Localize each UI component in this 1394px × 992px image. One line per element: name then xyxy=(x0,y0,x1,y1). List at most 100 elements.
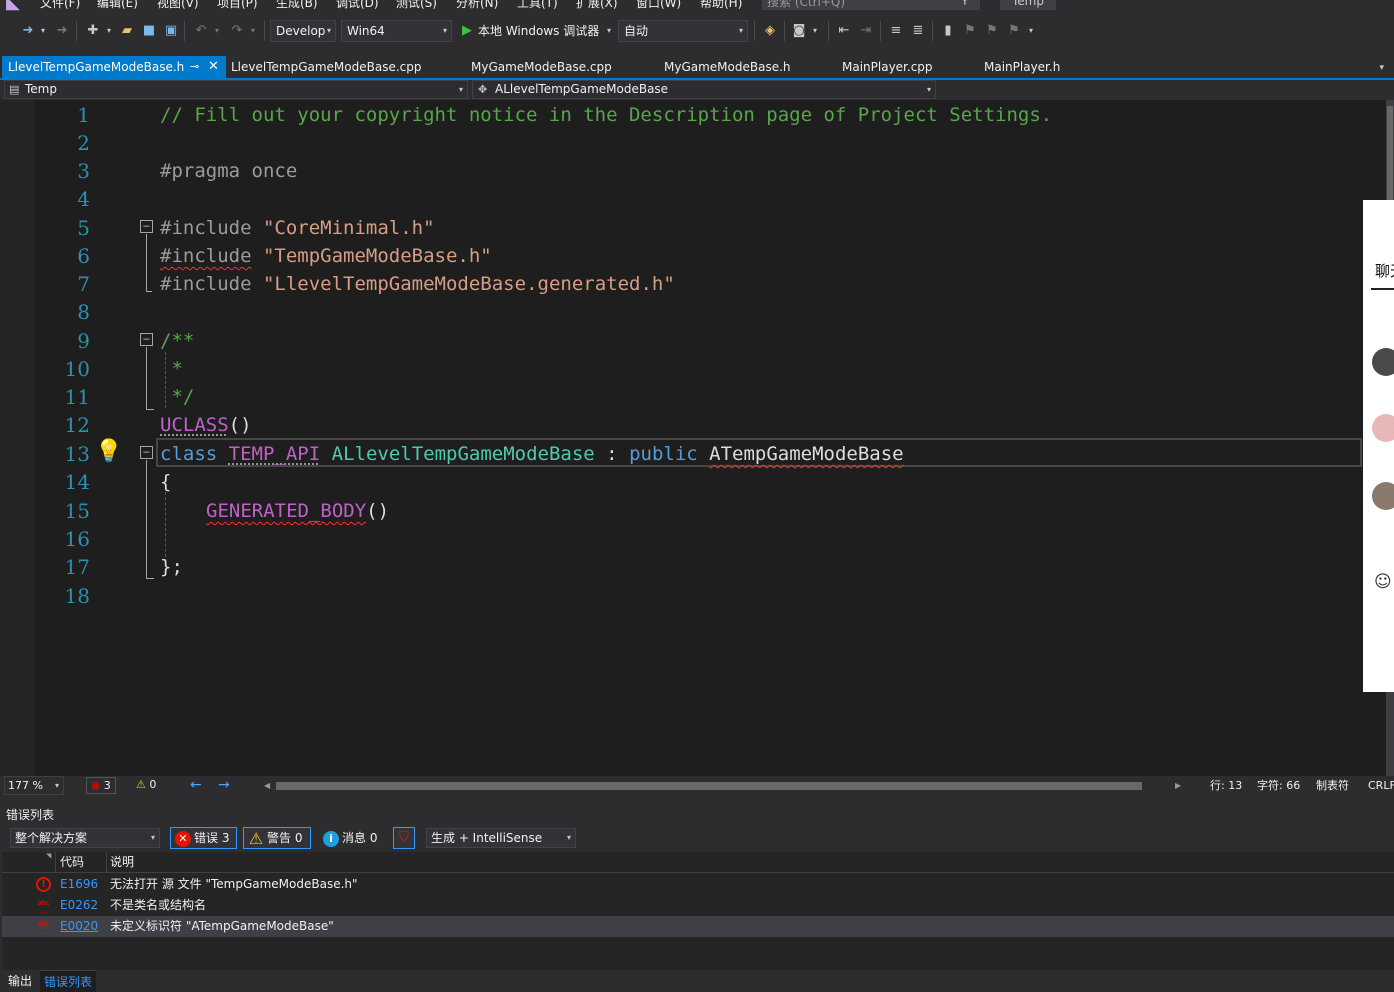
tool-dropdown-icon[interactable]: ▾ xyxy=(810,22,820,40)
menu-help[interactable]: 帮助(H) xyxy=(700,0,742,11)
filter-icon[interactable]: ⛉ xyxy=(393,827,415,849)
menu-extensions[interactable]: 扩展(X) xyxy=(576,0,618,11)
undo-dropdown-icon[interactable]: ▾ xyxy=(212,22,222,40)
search-input[interactable]: 搜索 (Ctrl+Q) xyxy=(762,0,980,10)
open-brace: { xyxy=(160,471,172,493)
scroll-right-icon[interactable]: ▶ xyxy=(1175,776,1181,796)
doc-comment-start: /** xyxy=(160,330,195,352)
tab-mainplayer-h[interactable]: MainPlayer.h xyxy=(978,56,1098,78)
menu-edit[interactable]: 编辑(E) xyxy=(97,0,138,11)
column-code[interactable]: 代码 xyxy=(60,852,84,873)
tab-mainplayer-cpp[interactable]: MainPlayer.cpp xyxy=(836,56,976,78)
tab-mygamemode-cpp[interactable]: MyGameModeBase.cpp xyxy=(465,56,651,78)
warnings-filter-button[interactable]: ⚠ 警告 0 xyxy=(243,827,311,849)
new-project-icon[interactable]: ✚ xyxy=(84,22,102,40)
project-dropdown[interactable]: ▤ Temp ▾ xyxy=(4,80,468,99)
error-icon: ⊗ xyxy=(91,779,101,792)
code-editor[interactable]: 1 2 3 4 5 6 7 8 9 10 11 12 13 14 15 16 1… xyxy=(0,100,1394,776)
screenshot-icon[interactable]: ◙ xyxy=(791,22,807,40)
play-icon[interactable]: ▶ xyxy=(460,22,474,40)
redo-dropdown-icon[interactable]: ▾ xyxy=(248,22,258,40)
menu-test[interactable]: 测试(S) xyxy=(396,0,437,11)
back-dropdown-icon[interactable]: ▾ xyxy=(38,22,48,40)
toolbar-options-icon[interactable]: ▾ xyxy=(1026,22,1036,40)
zoom-dropdown[interactable]: 177 % ▾ xyxy=(4,776,64,795)
menu-view[interactable]: 视图(V) xyxy=(157,0,199,11)
menu-file[interactable]: 文件(F) xyxy=(40,0,80,11)
prev-bookmark-icon[interactable]: ⚑ xyxy=(962,22,978,40)
visual-studio-logo-icon[interactable]: ◣ xyxy=(6,0,28,12)
next-issue-icon[interactable]: → xyxy=(218,776,230,794)
chevron-down-icon: ▾ xyxy=(54,781,59,790)
menu-build[interactable]: 生成(B) xyxy=(276,0,318,11)
code-comment: // Fill out your copyright notice in the… xyxy=(160,104,1053,126)
source-value: 生成 + IntelliSense xyxy=(431,831,543,845)
step-icon[interactable]: ⇤ xyxy=(836,22,852,40)
tab-llevel-h[interactable]: LlevelTempGameModeBase.h ⊸ ✕ xyxy=(2,56,226,78)
save-icon[interactable]: ■ xyxy=(140,22,158,40)
horizontal-scrollbar[interactable] xyxy=(276,782,1142,790)
table-row[interactable]: abc 〰 E0020 未定义标识符 "ATempGameModeBase" xyxy=(2,916,1394,938)
scope-dropdown[interactable]: ✥ ALlevelTempGameModeBase ▾ xyxy=(472,80,936,99)
errors-filter-button[interactable]: ✕ 错误 3 xyxy=(170,827,237,849)
forward-icon[interactable]: ➜ xyxy=(54,22,70,40)
debugger-mode-dropdown[interactable]: 自动 ▾ xyxy=(618,20,748,42)
table-row[interactable]: abc 〰 E0262 不是类名或结构名 xyxy=(2,895,1394,917)
start-debugger-button[interactable]: 本地 Windows 调试器 xyxy=(478,22,599,40)
column-description[interactable]: 说明 xyxy=(110,852,134,873)
platform-dropdown[interactable]: Win64 ▾ xyxy=(341,20,452,42)
table-row[interactable]: ! E1696 无法打开 源 文件 "TempGameModeBase.h" xyxy=(2,874,1394,895)
tab-output[interactable]: 输出 xyxy=(4,970,36,992)
tab-mygamemode-h[interactable]: MyGameModeBase.h xyxy=(658,56,828,78)
scope-dropdown[interactable]: 整个解决方案 ▾ xyxy=(10,828,160,848)
menu-tools[interactable]: 工具(T) xyxy=(517,0,558,11)
scroll-thumb[interactable] xyxy=(1387,106,1393,202)
next-bookmark-icon[interactable]: ⚑ xyxy=(984,22,1000,40)
comment-icon[interactable]: ≡ xyxy=(888,22,904,40)
configuration-dropdown[interactable]: Develop ▾ xyxy=(270,20,336,42)
chevron-down-icon: ▾ xyxy=(926,85,931,94)
avatar[interactable] xyxy=(1372,414,1394,442)
redo-icon[interactable]: ↷ xyxy=(228,22,246,40)
search-icon[interactable]: ⚲ xyxy=(960,0,970,7)
menu-project[interactable]: 项目(P) xyxy=(217,0,258,11)
chevron-down-icon: ▾ xyxy=(458,85,463,94)
back-icon[interactable]: ➜ xyxy=(20,22,36,40)
scroll-left-icon[interactable]: ◀ xyxy=(264,776,270,796)
class-name: ALlevelTempGameModeBase xyxy=(331,443,595,465)
error-code-link[interactable]: E1696 xyxy=(60,874,98,895)
tab-overflow-icon[interactable]: ▾ xyxy=(1379,56,1384,80)
new-dropdown-icon[interactable]: ▾ xyxy=(104,22,114,40)
error-code-link[interactable]: E0262 xyxy=(60,895,98,916)
menu-analyze[interactable]: 分析(N) xyxy=(456,0,498,11)
sort-icon[interactable]: ◥ xyxy=(46,852,51,860)
avatar[interactable] xyxy=(1372,348,1394,376)
bookmark-icon[interactable]: ▮ xyxy=(940,22,956,40)
menu-debug[interactable]: 调试(D) xyxy=(336,0,379,11)
previous-issue-icon[interactable]: ← xyxy=(190,776,202,794)
clear-bookmark-icon[interactable]: ⚑ xyxy=(1006,22,1022,40)
undo-icon[interactable]: ↶ xyxy=(192,22,210,40)
step-over-icon[interactable]: ⇥ xyxy=(858,22,874,40)
tab-llevel-cpp[interactable]: LlevelTempGameModeBase.cpp xyxy=(225,56,455,78)
pin-icon[interactable]: ⊸ xyxy=(190,56,199,78)
save-all-icon[interactable]: ▣ xyxy=(162,22,180,40)
avatar[interactable] xyxy=(1372,482,1394,510)
line-number: 4 xyxy=(77,187,90,211)
open-folder-icon[interactable]: ▰ xyxy=(118,22,136,40)
uncomment-icon[interactable]: ≣ xyxy=(910,22,926,40)
find-in-files-icon[interactable]: ◈ xyxy=(762,22,778,40)
emoji-icon[interactable]: ☺ xyxy=(1374,572,1392,592)
tab-error-list[interactable]: 错误列表 xyxy=(40,970,97,992)
tab-label: LlevelTempGameModeBase.cpp xyxy=(231,60,422,74)
editor-status-bar: 177 % ▾ ⊗ 3 ⚠ 0 ← → ◀ ▶ 行: 13 字符: 66 制表符… xyxy=(0,776,1394,796)
warning-count-badge[interactable]: ⚠ 0 xyxy=(136,777,156,794)
menu-window[interactable]: 窗口(W) xyxy=(636,0,681,11)
error-code-link[interactable]: E0020 xyxy=(60,916,98,937)
error-count-badge[interactable]: ⊗ 3 xyxy=(86,777,116,794)
base-class-error: ATempGameModeBase xyxy=(709,443,904,465)
source-dropdown[interactable]: 生成 + IntelliSense ▾ xyxy=(426,828,576,848)
close-icon[interactable]: ✕ xyxy=(208,56,219,78)
messages-filter-button[interactable]: i 消息 0 xyxy=(318,827,384,849)
debugger-dropdown-icon[interactable]: ▾ xyxy=(604,22,614,40)
